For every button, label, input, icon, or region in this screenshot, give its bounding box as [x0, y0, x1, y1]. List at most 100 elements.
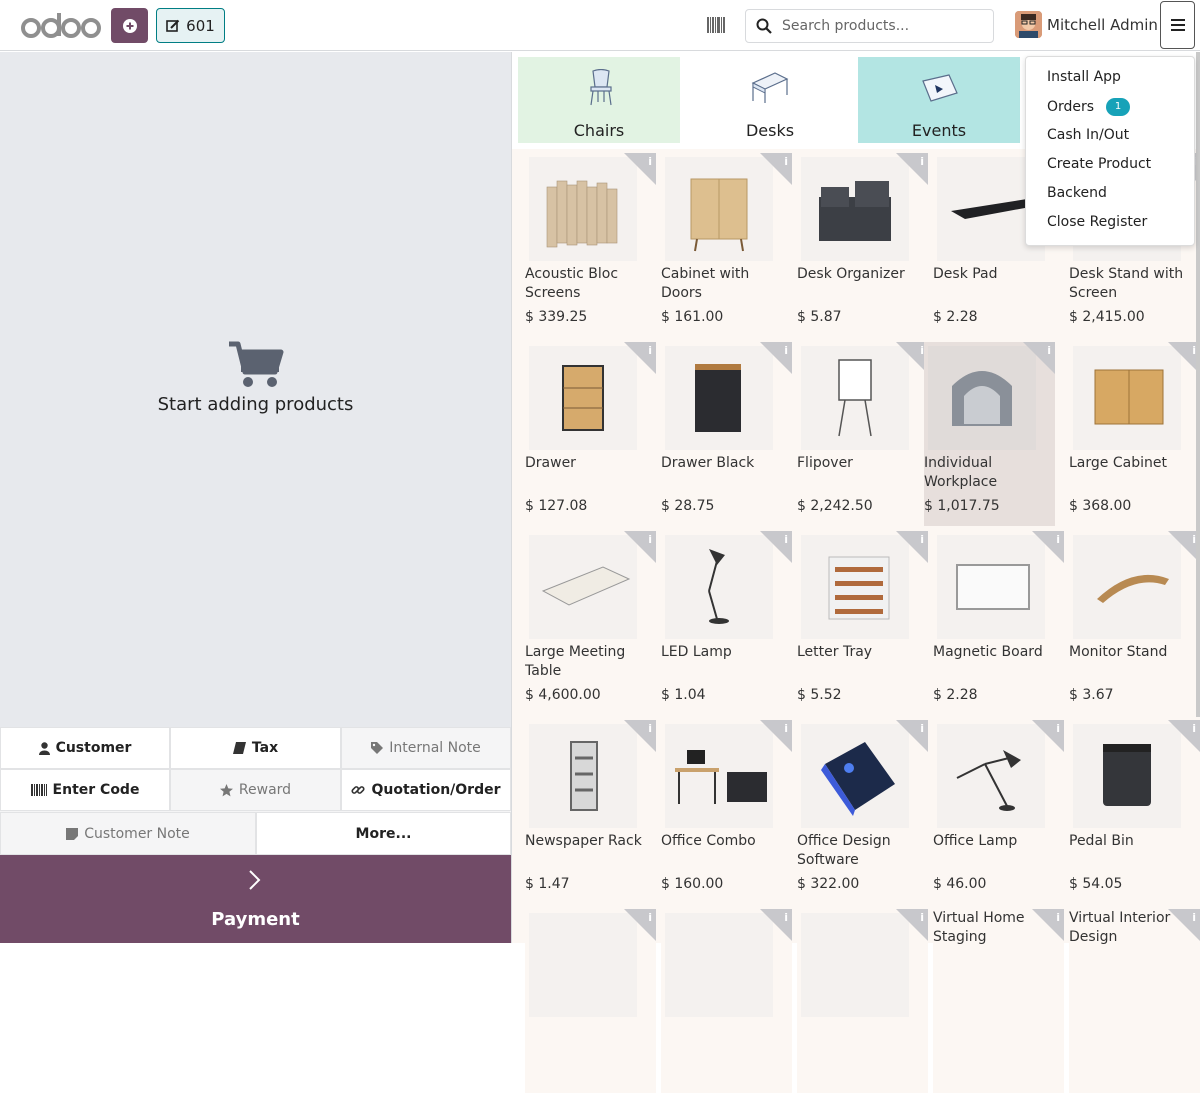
product-price: $ 160.00: [661, 876, 724, 892]
product-card[interactable]: i: [797, 909, 928, 1093]
tax-label: Tax: [251, 740, 279, 756]
customer-note-button[interactable]: Customer Note: [0, 812, 256, 855]
customer-button[interactable]: Customer: [0, 727, 170, 769]
internal-note-label: Internal Note: [389, 740, 481, 756]
current-order-button[interactable]: 601: [156, 8, 225, 43]
product-card[interactable]: i Newspaper Rack $ 1.47: [525, 720, 656, 904]
reward-button[interactable]: Reward: [170, 769, 341, 811]
link-icon: [351, 786, 366, 794]
product-price: $ 5.52: [797, 687, 842, 703]
product-card[interactable]: i: [661, 909, 792, 1093]
product-price: $ 127.08: [525, 498, 588, 514]
category-chairs[interactable]: Chairs: [518, 57, 680, 143]
cabinet-image: [665, 157, 773, 261]
search-input[interactable]: [782, 18, 972, 34]
product-price: $ 2.28: [933, 687, 978, 703]
product-price: $ 2,242.50: [797, 498, 873, 514]
info-glyph: i: [784, 344, 788, 357]
drawer-image: [529, 346, 637, 450]
search-box[interactable]: [745, 9, 994, 43]
payment-label: Payment: [211, 909, 300, 930]
software-box-image: [801, 724, 909, 828]
product-name: Desk Organizer: [797, 266, 905, 282]
product-card[interactable]: i LED Lamp $ 1.04: [661, 531, 792, 715]
product-price: $ 46.00: [933, 876, 987, 892]
info-glyph: i: [784, 722, 788, 735]
flipover-image: [801, 346, 909, 450]
enter-code-button[interactable]: Enter Code: [0, 769, 170, 811]
product-card[interactable]: i Office Combo $ 160.00: [661, 720, 792, 904]
product-name: Cabinet with Doors: [661, 266, 750, 301]
info-glyph: i: [784, 911, 788, 924]
product-card[interactable]: i Magnetic Board $ 2.28: [933, 531, 1064, 715]
product-card[interactable]: i Cabinet with Doors $ 161.00: [661, 153, 792, 337]
product-card[interactable]: i Monitor Stand $ 3.67: [1069, 531, 1200, 715]
tax-button[interactable]: Tax: [170, 727, 341, 769]
product-name: Pedal Bin: [1069, 833, 1134, 849]
info-glyph: i: [648, 722, 652, 735]
product-card[interactable]: i Individual Workplace $ 1,017.75: [924, 342, 1055, 526]
product-price: $ 1.04: [661, 687, 706, 703]
cart-icon: [228, 341, 283, 387]
product-name: Large Cabinet: [1069, 455, 1167, 471]
product-price: $ 4,600.00: [525, 687, 601, 703]
meeting-table-image: [529, 535, 637, 639]
product-card[interactable]: i Virtual Home Staging: [933, 909, 1064, 1093]
product-card[interactable]: i Pedal Bin $ 54.05: [1069, 720, 1200, 904]
product-price: $ 368.00: [1069, 498, 1132, 514]
product-card[interactable]: i Office Lamp $ 46.00: [933, 720, 1064, 904]
more-button[interactable]: More...: [256, 812, 511, 855]
product-card[interactable]: i Drawer $ 127.08: [525, 342, 656, 526]
product-name: Monitor Stand: [1069, 644, 1168, 660]
scrollbar[interactable]: [1196, 52, 1200, 717]
product-name: Desk Pad: [933, 266, 998, 282]
payment-button[interactable]: Payment: [0, 855, 511, 943]
category-desks[interactable]: Desks: [689, 57, 851, 143]
product-price: $ 161.00: [661, 309, 724, 325]
product-price: $ 322.00: [797, 876, 860, 892]
edit-icon: [166, 19, 180, 32]
tag-icon: [371, 742, 384, 754]
menu-backend[interactable]: Backend: [1047, 185, 1107, 201]
search-icon: [756, 18, 772, 34]
product-card[interactable]: i Flipover $ 2,242.50: [797, 342, 928, 526]
product-card[interactable]: i Large Cabinet $ 368.00: [1069, 342, 1200, 526]
menu-orders[interactable]: Orders 1: [1047, 98, 1131, 116]
user-menu[interactable]: Mitchell Admin: [1015, 11, 1158, 38]
user-icon: [38, 741, 50, 755]
menu-install-app[interactable]: Install App: [1047, 69, 1121, 85]
organizer-image: [801, 157, 909, 261]
product-card[interactable]: i Office Design Software $ 322.00: [797, 720, 928, 904]
menu-orders-label: Orders: [1047, 99, 1095, 115]
reward-label: Reward: [238, 782, 292, 798]
sticky-note-icon: [66, 827, 79, 840]
office-combo-image: [665, 724, 773, 828]
plus-circle-icon: [122, 18, 137, 33]
product-card[interactable]: i Acoustic Bloc Screens $ 339.25: [525, 153, 656, 337]
menu-close-register[interactable]: Close Register: [1047, 214, 1147, 230]
info-glyph: i: [920, 911, 924, 924]
product-card[interactable]: i: [525, 909, 656, 1093]
product-card[interactable]: i Drawer Black $ 28.75: [661, 342, 792, 526]
product-card[interactable]: i Desk Organizer $ 5.87: [797, 153, 928, 337]
product-price: $ 28.75: [661, 498, 715, 514]
category-events[interactable]: Events: [858, 57, 1020, 143]
main-menu-button[interactable]: [1160, 1, 1195, 49]
internal-note-button[interactable]: Internal Note: [341, 727, 511, 769]
product-price: $ 2,415.00: [1069, 309, 1145, 325]
product-name: Office Lamp: [933, 833, 1018, 849]
product-image: [665, 913, 773, 1017]
odoo-logo[interactable]: [20, 10, 102, 40]
product-card[interactable]: i Virtual Interior Design: [1069, 909, 1200, 1093]
menu-create-product[interactable]: Create Product: [1047, 156, 1151, 172]
product-card[interactable]: i Large Meeting Table $ 4,600.00: [525, 531, 656, 715]
product-image: [529, 913, 637, 1017]
info-glyph: i: [784, 533, 788, 546]
product-card[interactable]: i Letter Tray $ 5.52: [797, 531, 928, 715]
product-name: Magnetic Board: [933, 644, 1043, 660]
menu-cash-in-out[interactable]: Cash In/Out: [1047, 127, 1129, 143]
barcode-icon[interactable]: [707, 17, 725, 33]
quotation-order-button[interactable]: Quotation/Order: [341, 769, 511, 811]
drawer-black-image: [665, 346, 773, 450]
new-order-button[interactable]: [111, 8, 148, 43]
